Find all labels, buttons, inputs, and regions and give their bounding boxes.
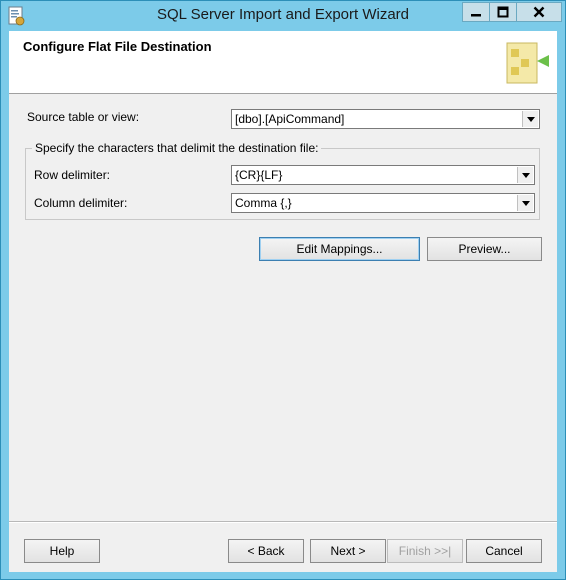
- preview-button[interactable]: Preview...: [427, 237, 542, 261]
- column-delimiter-value: Comma {,}: [235, 196, 292, 210]
- finish-button[interactable]: Finish >>|: [387, 539, 463, 563]
- source-table-combobox[interactable]: [dbo].[ApiCommand]: [231, 109, 540, 129]
- maximize-button[interactable]: [489, 2, 517, 22]
- next-button[interactable]: Next >: [310, 539, 386, 563]
- source-table-value: [dbo].[ApiCommand]: [235, 112, 345, 126]
- cancel-button[interactable]: Cancel: [466, 539, 542, 563]
- back-button[interactable]: < Back: [228, 539, 304, 563]
- footer-divider-highlight: [9, 522, 557, 523]
- delimiter-group: Specify the characters that delimit the …: [25, 141, 540, 220]
- page-title: Configure Flat File Destination: [23, 39, 212, 54]
- chevron-down-icon: [521, 200, 530, 206]
- row-delimiter-combobox[interactable]: {CR}{LF}: [231, 165, 535, 185]
- title-bar[interactable]: SQL Server Import and Export Wizard: [1, 1, 565, 31]
- column-delimiter-dropdown-button[interactable]: [517, 195, 533, 211]
- chevron-down-icon: [526, 116, 535, 122]
- delimiter-group-label: Specify the characters that delimit the …: [32, 141, 322, 155]
- column-delimiter-combobox[interactable]: Comma {,}: [231, 193, 535, 213]
- flat-file-icon: [506, 42, 549, 84]
- wizard-client-area: Configure Flat File Destination Source t…: [9, 31, 557, 572]
- close-button[interactable]: [516, 2, 562, 22]
- row-delimiter-label: Row delimiter:: [34, 168, 111, 182]
- minimize-icon: [471, 14, 481, 17]
- source-dropdown-button[interactable]: [522, 111, 538, 127]
- edit-mappings-button[interactable]: Edit Mappings...: [259, 237, 420, 261]
- maximize-icon: [497, 6, 509, 18]
- minimize-button[interactable]: [462, 2, 490, 22]
- wizard-window: SQL Server Import and Export Wizard Conf…: [0, 0, 566, 580]
- source-label: Source table or view:: [27, 110, 140, 124]
- close-icon: [533, 6, 545, 18]
- page-header: Configure Flat File Destination: [9, 31, 557, 94]
- help-button[interactable]: Help: [24, 539, 100, 563]
- row-delimiter-value: {CR}{LF}: [235, 168, 283, 182]
- column-delimiter-label: Column delimiter:: [34, 196, 128, 210]
- chevron-down-icon: [521, 172, 530, 178]
- row-delimiter-dropdown-button[interactable]: [517, 167, 533, 183]
